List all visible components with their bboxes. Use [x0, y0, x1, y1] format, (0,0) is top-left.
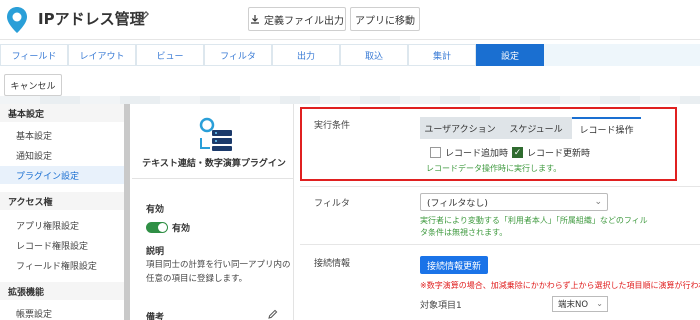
enabled-heading: 有効 — [146, 205, 165, 215]
sidebar-heading-extensions: 拡張機能 — [0, 282, 126, 300]
settings-sidebar: 基本設定 基本設定 通知設定 プラグイン設定 アクセス権 アプリ権限設定 レコー… — [0, 104, 126, 320]
app-logo-icon — [7, 7, 27, 33]
sidebar-heading-basic: 基本設定 — [0, 104, 126, 122]
tab-view[interactable]: ビュー — [136, 44, 204, 66]
app-header: IPアドレス管理 定義ファイル出力 アプリに移動 — [0, 0, 700, 40]
tab-settings[interactable]: 設定 — [476, 44, 544, 66]
divider — [300, 186, 700, 187]
plugin-info-panel: テキスト連結・数字演算プラグイン 有効 説明 — [132, 104, 294, 320]
background-strip — [0, 96, 700, 104]
plugin-server-icon — [199, 117, 232, 151]
filter-select-value: (フィルタなし) — [427, 198, 488, 209]
settings-tab-bar: フィールド レイアウト ビュー フィルタ 出力 取込 集計 設定 — [0, 44, 700, 66]
chevron-down-icon: ⌄ — [594, 197, 602, 207]
plugin-enabled-label: 有効 — [172, 224, 191, 234]
tab-output[interactable]: 出力 — [272, 44, 340, 66]
sidebar-item-record-permission[interactable]: レコード権限設定 — [0, 236, 126, 254]
checkbox-record-add-box[interactable] — [430, 147, 441, 158]
tab-import[interactable]: 取込 — [340, 44, 408, 66]
checkbox-record-add-label: レコード追加時 — [445, 149, 509, 159]
connection-note: ※数字演算の場合、加減乗除にかかわらず上から選択した項目順に演算が行われます。 — [420, 281, 700, 290]
filter-note-line1: 実行者により変動する「利用者本人」「所属組織」などのフィル — [420, 216, 648, 225]
go-to-app-button[interactable]: アプリに移動 — [350, 7, 420, 31]
sidebar-scrollbar[interactable] — [124, 104, 130, 320]
go-to-app-label: アプリに移動 — [355, 15, 415, 27]
tab-aggregate[interactable]: 集計 — [408, 44, 476, 66]
plugin-enabled-toggle[interactable] — [146, 222, 168, 233]
checkbox-record-add[interactable]: レコード追加時 — [430, 146, 508, 159]
download-icon — [251, 15, 259, 24]
sidebar-item-notification[interactable]: 通知設定 — [0, 146, 126, 164]
target-item-select[interactable]: 端末NO ⌄ — [552, 296, 608, 312]
divider — [300, 244, 700, 245]
plugin-name: テキスト連結・数字演算プラグイン — [142, 159, 286, 169]
export-definition-button[interactable]: 定義ファイル出力 — [248, 7, 346, 31]
execution-condition-label: 実行条件 — [314, 121, 351, 131]
execution-note: レコードデータ操作時に実行します。 — [426, 164, 562, 173]
tab-layout[interactable]: レイアウト — [68, 44, 136, 66]
checkbox-record-update-box[interactable]: ✓ — [512, 147, 523, 158]
export-definition-label: 定義ファイル出力 — [264, 15, 344, 27]
sidebar-item-app-permission[interactable]: アプリ権限設定 — [0, 216, 126, 234]
plugin-divider — [132, 178, 294, 179]
sidebar-heading-access: アクセス権 — [0, 192, 126, 210]
execution-subtabs: ユーザアクション スケジュール レコード操作 — [420, 117, 641, 139]
update-connection-button[interactable]: 接続情報更新 — [420, 256, 488, 274]
sidebar-item-basic-settings[interactable]: 基本設定 — [0, 126, 126, 144]
connection-label: 接続情報 — [314, 259, 351, 269]
cancel-button[interactable]: キャンセル — [4, 74, 62, 96]
checkbox-record-update[interactable]: ✓ レコード更新時 — [512, 146, 590, 159]
sidebar-item-field-permission[interactable]: フィールド権限設定 — [0, 256, 126, 274]
sidebar-item-plugin-settings[interactable]: プラグイン設定 — [0, 166, 126, 184]
tab-filter[interactable]: フィルタ — [204, 44, 272, 66]
subtab-schedule[interactable]: スケジュール — [500, 117, 572, 139]
subtab-user-action[interactable]: ユーザアクション — [420, 117, 500, 139]
filter-note-line2: タ条件は無視されます。 — [420, 228, 508, 237]
edit-remark-pencil-icon[interactable] — [268, 309, 278, 319]
checkbox-record-update-label: レコード更新時 — [527, 149, 591, 159]
filter-select[interactable]: (フィルタなし) ⌄ — [420, 193, 608, 211]
app-title: IPアドレス管理 — [38, 10, 145, 28]
remark-heading: 備考 — [146, 313, 165, 320]
sidebar-item-form-settings[interactable]: 帳票設定 — [0, 304, 126, 320]
target-item-value: 端末NO — [558, 300, 589, 310]
tab-field[interactable]: フィールド — [0, 44, 68, 66]
description-heading: 説明 — [146, 247, 165, 257]
subtab-record-operation[interactable]: レコード操作 — [572, 117, 641, 139]
chevron-down-icon: ⌄ — [596, 299, 603, 308]
plugin-description: 項目同士の計算を行い同一アプリ内の任意の項目に登録します。 — [146, 260, 291, 284]
edit-title-pencil-icon[interactable] — [136, 10, 150, 24]
target-item-label: 対象項目1 — [420, 301, 462, 311]
filter-label: フィルタ — [314, 199, 350, 209]
